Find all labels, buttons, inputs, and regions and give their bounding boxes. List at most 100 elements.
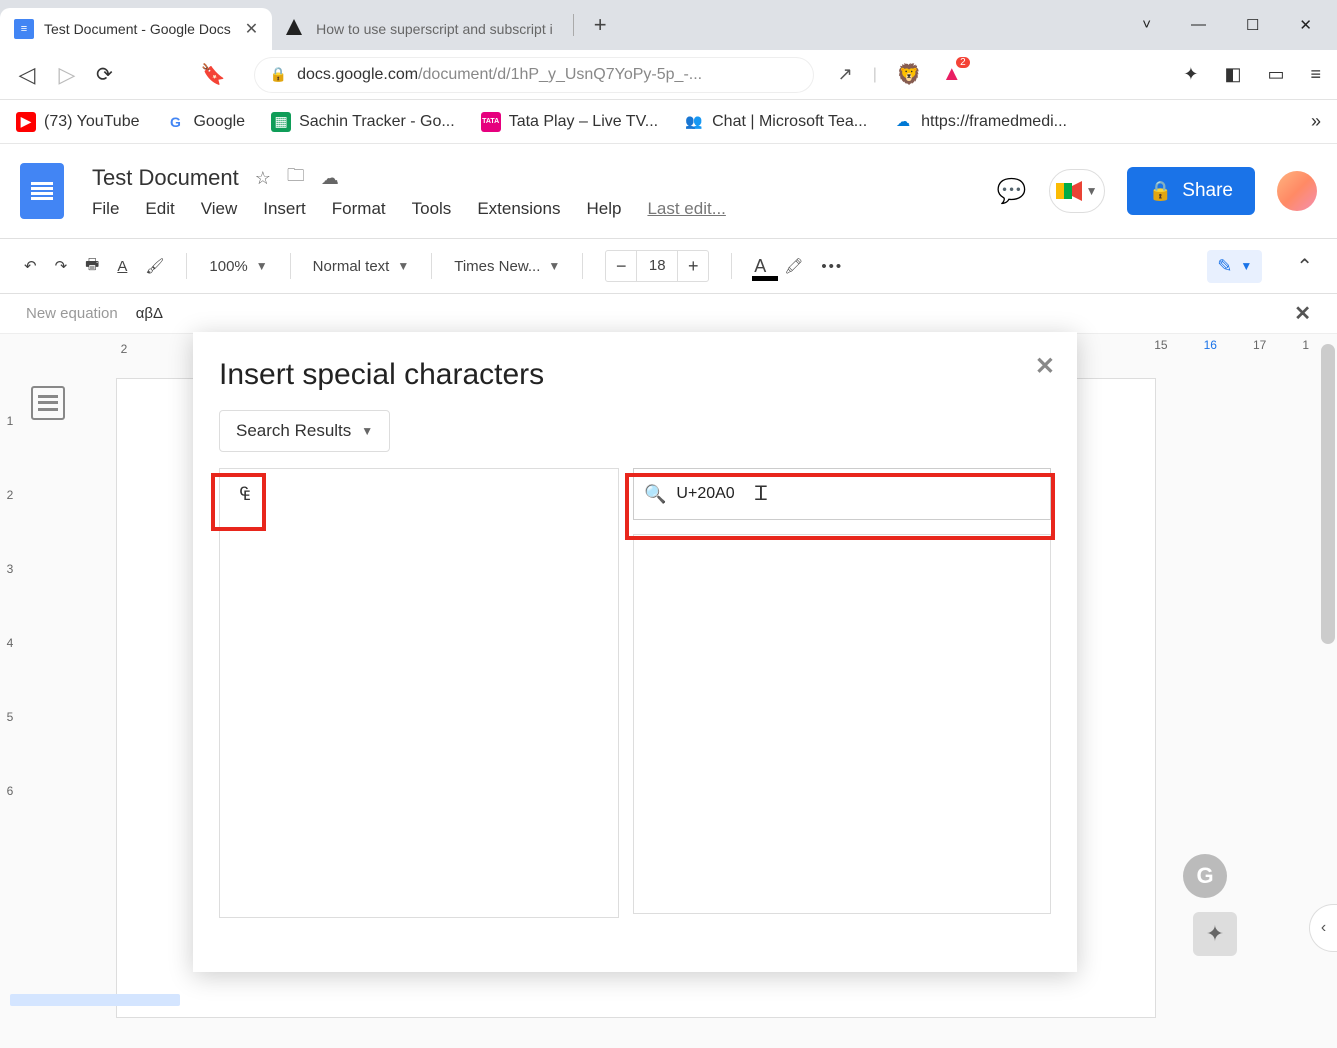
address-actions: ↗ | 🦁 ▲2 xyxy=(838,62,962,87)
docs-toolbar: ↶ ↷ 🖶 A 🖌 100%▼ Normal text▼ Times New..… xyxy=(0,238,1337,294)
last-edit-link[interactable]: Last edit... xyxy=(647,199,725,219)
rewards-icon[interactable]: ▲2 xyxy=(942,63,962,86)
draw-character-area[interactable] xyxy=(633,534,1051,914)
horizontal-ruler[interactable]: 2 xyxy=(96,334,152,364)
taskbar-hint xyxy=(10,994,180,1006)
text-cursor-icon: Ꮖ xyxy=(755,483,768,506)
vertical-ruler[interactable]: 1 2 3 4 5 6 xyxy=(0,414,20,858)
redo-icon[interactable]: ↷ xyxy=(55,257,68,275)
paint-format-icon[interactable]: 🖌 xyxy=(145,257,164,275)
menu-file[interactable]: File xyxy=(92,199,119,219)
bookmark-framed[interactable]: ☁https://framedmedi... xyxy=(893,112,1067,132)
rewards-badge: 2 xyxy=(956,57,970,68)
move-icon[interactable]: 🗀 xyxy=(287,163,305,193)
zoom-dropdown[interactable]: 100%▼ xyxy=(209,258,267,275)
close-equation-icon[interactable]: ✕ xyxy=(1294,301,1311,326)
cloud-status-icon[interactable]: ☁ xyxy=(321,168,339,189)
new-equation-label[interactable]: New equation xyxy=(26,305,118,322)
tab-title: How to use superscript and subscript i xyxy=(316,21,553,37)
collapse-toolbar-icon[interactable]: ⌃ xyxy=(1296,254,1313,279)
comments-icon[interactable]: 💬 xyxy=(997,177,1027,206)
article-favicon-icon xyxy=(286,19,306,39)
cloud-icon: ☁ xyxy=(893,112,913,132)
close-dialog-icon[interactable]: ✕ xyxy=(1035,352,1055,381)
more-tools-icon[interactable]: ••• xyxy=(821,258,843,275)
grammarly-icon[interactable]: G xyxy=(1183,854,1227,898)
menu-icon[interactable]: ≡ xyxy=(1310,64,1321,85)
menu-format[interactable]: Format xyxy=(332,199,386,219)
browser-tab-inactive[interactable]: How to use superscript and subscript i xyxy=(272,8,567,50)
document-title[interactable]: Test Document xyxy=(92,165,239,191)
pen-icon: ✎ xyxy=(1217,256,1232,277)
new-tab-button[interactable]: + xyxy=(594,12,607,38)
share-label: Share xyxy=(1182,180,1233,202)
vertical-scrollbar[interactable] xyxy=(1319,334,1337,694)
address-bar[interactable]: 🔒 docs.google.com/document/d/1hP_y_UsnQ7… xyxy=(254,57,814,93)
explore-icon[interactable]: ✦ xyxy=(1193,912,1237,956)
bookmark-teams[interactable]: 👥Chat | Microsoft Tea... xyxy=(684,112,867,132)
style-dropdown[interactable]: Normal text▼ xyxy=(313,258,410,275)
browser-tab-active[interactable]: ≡ Test Document - Google Docs ✕ xyxy=(0,8,272,50)
lock-icon: 🔒 xyxy=(1149,179,1173,203)
extension-icons: ✦ ◧ ▭ ≡ xyxy=(1183,64,1321,85)
decrease-size-button[interactable]: − xyxy=(606,256,636,277)
text-color-icon[interactable]: A xyxy=(754,256,766,277)
bookmark-tata[interactable]: TATATata Play – Live TV... xyxy=(481,112,658,132)
menu-extensions[interactable]: Extensions xyxy=(477,199,560,219)
google-icon: G xyxy=(165,112,185,132)
bookmark-google[interactable]: GGoogle xyxy=(165,112,245,132)
user-avatar[interactable] xyxy=(1277,171,1317,211)
bookmarks-overflow-icon[interactable]: » xyxy=(1311,111,1321,132)
back-icon[interactable]: ◁ xyxy=(16,62,38,88)
scrollbar-thumb[interactable] xyxy=(1321,344,1335,644)
share-url-icon[interactable]: ↗ xyxy=(838,64,853,85)
search-icon: 🔍 xyxy=(644,484,666,505)
lock-icon: 🔒 xyxy=(270,66,287,83)
bookmark-youtube[interactable]: ▶(73) YouTube xyxy=(16,112,139,132)
undo-icon[interactable]: ↶ xyxy=(24,257,37,275)
font-size-value[interactable]: 18 xyxy=(636,251,678,281)
print-icon[interactable]: 🖶 xyxy=(85,254,99,279)
tab-separator xyxy=(573,14,574,36)
menu-help[interactable]: Help xyxy=(586,199,621,219)
forward-icon[interactable]: ▷ xyxy=(56,62,78,88)
menu-insert[interactable]: Insert xyxy=(263,199,306,219)
character-result[interactable]: ₠ xyxy=(226,475,264,513)
brave-shield-icon[interactable]: 🦁 xyxy=(897,62,922,87)
maximize-icon[interactable]: ☐ xyxy=(1246,16,1259,34)
bookmark-icon[interactable]: 🔖 xyxy=(201,62,226,87)
highlight-icon[interactable]: 🖍 xyxy=(784,257,803,275)
equation-symbols[interactable]: αβΔ xyxy=(136,305,163,322)
minimize-icon[interactable]: ― xyxy=(1191,16,1206,34)
docs-header: Test Document ☆ 🗀 ☁ File Edit View Inser… xyxy=(0,144,1337,238)
character-search-input[interactable]: 🔍 U+20A0 Ꮖ xyxy=(633,468,1051,520)
menu-tools[interactable]: Tools xyxy=(412,199,452,219)
wallet-icon[interactable]: ▭ xyxy=(1267,64,1284,85)
share-button[interactable]: 🔒 Share xyxy=(1127,167,1255,215)
outline-icon[interactable] xyxy=(31,386,65,420)
tabs-dropdown-icon[interactable]: ˅ xyxy=(1142,16,1151,34)
close-window-icon[interactable]: ✕ xyxy=(1299,16,1312,34)
increase-size-button[interactable]: + xyxy=(678,256,708,277)
bookmark-sheets[interactable]: ▦Sachin Tracker - Go... xyxy=(271,112,455,132)
extensions-icon[interactable]: ✦ xyxy=(1183,64,1198,85)
menu-bar: File Edit View Insert Format Tools Exten… xyxy=(92,199,726,219)
character-results-grid: ₠ xyxy=(219,468,619,918)
meet-icon xyxy=(1056,181,1082,201)
menu-view[interactable]: View xyxy=(201,199,238,219)
equation-toolbar: New equation αβΔ ✕ xyxy=(0,294,1337,334)
star-icon[interactable]: ☆ xyxy=(255,168,271,189)
category-dropdown[interactable]: Search Results▼ xyxy=(219,410,390,452)
editing-mode-dropdown[interactable]: ✎▼ xyxy=(1207,250,1262,283)
url-path: /document/d/1hP_y_UsnQ7YoPy-5p_-... xyxy=(418,66,702,84)
dialog-title: Insert special characters xyxy=(219,358,1051,392)
ruler-right: 15 16 17 1 xyxy=(1154,338,1309,352)
sidepanel-icon[interactable]: ◧ xyxy=(1224,64,1241,85)
spellcheck-icon[interactable]: A xyxy=(117,258,127,275)
font-dropdown[interactable]: Times New...▼ xyxy=(454,258,560,275)
reload-icon[interactable]: ⟳ xyxy=(96,62,113,87)
menu-edit[interactable]: Edit xyxy=(145,199,174,219)
close-tab-icon[interactable]: ✕ xyxy=(245,19,258,39)
meet-button[interactable]: ▼ xyxy=(1049,169,1105,213)
docs-logo-icon[interactable] xyxy=(20,163,64,219)
